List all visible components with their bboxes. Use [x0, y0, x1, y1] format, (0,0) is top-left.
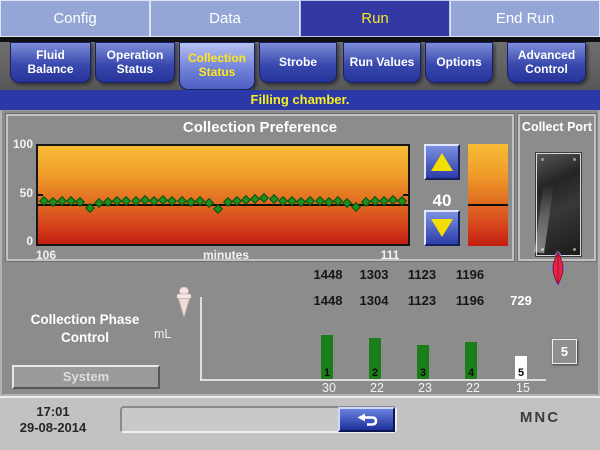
y-tick-0: 0 — [26, 234, 33, 248]
status-message: Filling chamber. — [250, 92, 350, 107]
subtab-options[interactable]: Options — [425, 42, 493, 83]
x-end-label: 111 — [380, 248, 400, 262]
ml-unit-label: mL — [154, 327, 172, 341]
chamber-marker-icon — [549, 250, 567, 287]
level-indicator-line — [468, 204, 508, 207]
return-arrow-icon — [357, 413, 377, 426]
decrease-preference-button[interactable] — [424, 210, 460, 246]
date: 29-08-2014 — [19, 420, 87, 436]
procedure-type-label: MNC — [519, 409, 561, 426]
collect-port-image — [534, 153, 581, 256]
chamber-icon — [176, 286, 192, 319]
x-start-label: 106 — [36, 248, 57, 262]
bar-number: 5 — [517, 367, 525, 379]
data-point — [93, 197, 104, 208]
system-button[interactable]: System — [12, 365, 160, 389]
bar-number: 4 — [467, 367, 475, 379]
up-arrow-icon — [431, 153, 453, 171]
y-tick-50: 50 — [19, 186, 33, 200]
preference-plot — [38, 146, 408, 244]
subtab-operation-status[interactable]: Operation Status — [95, 42, 175, 83]
screw-icon — [573, 158, 576, 161]
main-content: Collection Preference 100 50 0 106 minut… — [0, 110, 600, 396]
screw-icon — [541, 158, 544, 161]
bar-number: 3 — [419, 367, 427, 379]
page-5-button[interactable]: 5 — [552, 339, 577, 364]
bar-stage-5: 5 — [515, 355, 527, 379]
preference-chart — [36, 144, 410, 246]
phase-bar-plot: 1 2 3 4 5 — [200, 299, 546, 379]
main-tab-bar: Config Data Run End Run — [0, 0, 600, 37]
status-message-bar: Filling chamber. — [0, 90, 600, 110]
tab-end-run[interactable]: End Run — [450, 0, 600, 37]
tab-data[interactable]: Data — [150, 0, 300, 37]
collect-port-title: Collect Port — [521, 120, 593, 134]
data-point — [204, 197, 215, 208]
x-axis-label: minutes — [202, 248, 249, 262]
time: 17:01 — [36, 404, 70, 419]
preference-level-indicator — [468, 144, 508, 246]
stat-row1-col3: 1123 — [407, 267, 437, 282]
stat-row1-col1: 1448 — [313, 267, 343, 282]
tab-run[interactable]: Run — [300, 0, 450, 37]
collection-phase-section: 1448 1303 1123 1196 1448 1304 1123 1196 … — [2, 250, 598, 395]
data-point — [250, 193, 261, 204]
bar-tick-3: 23 — [418, 381, 432, 395]
bar-tick-4: 22 — [466, 381, 480, 395]
subtab-strobe[interactable]: Strobe — [259, 42, 337, 83]
data-point — [268, 193, 279, 204]
collect-port-panel: Collect Port — [518, 114, 596, 261]
bar-tick-2: 22 — [370, 381, 384, 395]
down-arrow-icon — [431, 219, 453, 237]
bar-tick-5: 15 — [516, 381, 530, 395]
bar-tick-1: 30 — [322, 381, 336, 395]
preference-value: 40 — [432, 191, 452, 210]
footer-bar: 17:01 29-08-2014 MNC — [0, 396, 600, 450]
bar-stage-2: 2 — [369, 338, 381, 379]
bar-number: 2 — [371, 367, 379, 379]
subtab-run-values[interactable]: Run Values — [343, 42, 421, 83]
subtab-collection-status[interactable]: Collection Status — [179, 42, 255, 90]
bar-stage-1: 1 — [321, 335, 333, 379]
data-point — [259, 193, 270, 203]
screw-icon — [573, 248, 576, 251]
phase-control-title: Collection Phase Control — [30, 312, 140, 345]
collection-preference-panel: Collection Preference 100 50 0 106 minut… — [6, 114, 514, 262]
return-button[interactable] — [338, 407, 395, 432]
subtab-advanced-control[interactable]: Advanced Control — [507, 42, 586, 83]
sub-tab-bar: Fluid Balance Operation Status Collectio… — [0, 42, 600, 90]
bar-number: 1 — [323, 367, 331, 379]
tab-config[interactable]: Config — [0, 0, 150, 37]
bar-stage-3: 3 — [417, 345, 429, 379]
y-tick-100: 100 — [12, 137, 33, 151]
stat-row1-col4: 1196 — [455, 267, 485, 282]
clock: 17:01 29-08-2014 — [2, 404, 104, 437]
subtab-fluid-balance[interactable]: Fluid Balance — [10, 42, 91, 83]
increase-preference-button[interactable] — [424, 144, 460, 180]
reflection-highlight — [534, 182, 554, 254]
collection-preference-title: Collection Preference — [182, 119, 338, 136]
bar-stage-4: 4 — [465, 342, 477, 379]
stat-row1-col2: 1303 — [359, 267, 389, 282]
